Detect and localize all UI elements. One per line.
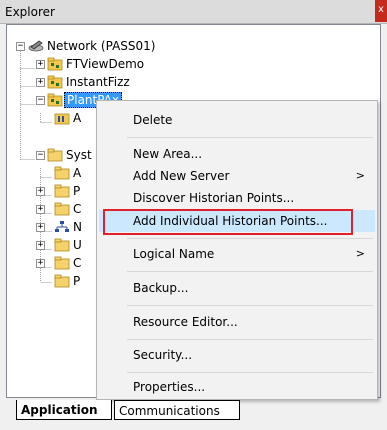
tab-bar: Application Communications bbox=[6, 398, 381, 424]
tree-item-instantfizz[interactable]: + InstantFizz bbox=[7, 73, 380, 91]
title-bar: Explorer x bbox=[0, 0, 387, 24]
menu-item-label: Add New Server bbox=[133, 169, 230, 183]
tree-item-area[interactable]: A bbox=[7, 109, 97, 127]
tree-item-system-child[interactable]: + U bbox=[7, 236, 97, 254]
menu-separator bbox=[127, 137, 373, 138]
app-folder-icon bbox=[47, 57, 63, 71]
collapse-icon[interactable]: − bbox=[36, 151, 45, 160]
network-icon bbox=[28, 39, 44, 53]
menu-item-label: Delete bbox=[133, 113, 173, 127]
context-menu: Delete New Area... Add New Server > Disc… bbox=[96, 100, 378, 400]
menu-item-delete[interactable]: Delete bbox=[99, 109, 375, 131]
chevron-right-icon: > bbox=[355, 247, 365, 260]
menu-separator bbox=[127, 372, 373, 373]
collapse-icon[interactable]: − bbox=[36, 96, 45, 105]
window-title: Explorer bbox=[5, 5, 55, 19]
menu-item-properties[interactable]: Properties... bbox=[99, 376, 375, 398]
tree-item-label: A bbox=[73, 166, 82, 180]
expand-icon[interactable]: + bbox=[36, 223, 45, 232]
tab-application[interactable]: Application bbox=[16, 400, 112, 420]
app-folder-icon bbox=[47, 93, 63, 107]
tab-communications[interactable]: Communications bbox=[114, 400, 240, 420]
tree-item-label: FTViewDemo bbox=[66, 57, 145, 71]
chevron-right-icon: > bbox=[355, 169, 365, 182]
menu-item-new-area[interactable]: New Area... bbox=[99, 143, 375, 165]
menu-separator bbox=[127, 238, 373, 239]
expand-icon[interactable]: + bbox=[36, 259, 45, 268]
menu-item-label: New Area... bbox=[133, 147, 203, 161]
folder-icon bbox=[54, 274, 70, 288]
app-folder-icon bbox=[47, 75, 63, 89]
expand-icon[interactable]: + bbox=[36, 205, 45, 214]
tree-item-label: P bbox=[73, 274, 81, 288]
menu-item-backup[interactable]: Backup... bbox=[99, 277, 375, 299]
tree-item-network[interactable]: − Network (PASS01) bbox=[7, 37, 380, 55]
menu-item-discover-historian-points[interactable]: Discover Historian Points... bbox=[99, 187, 375, 209]
menu-separator bbox=[127, 305, 373, 306]
menu-item-label: Logical Name bbox=[133, 247, 215, 261]
menu-separator bbox=[127, 339, 373, 340]
area-icon bbox=[54, 111, 70, 125]
menu-item-label: Discover Historian Points... bbox=[133, 191, 295, 205]
menu-item-resource-editor[interactable]: Resource Editor... bbox=[99, 311, 375, 333]
tab-label: Application bbox=[21, 403, 98, 417]
tree-item-system-child[interactable]: + C bbox=[7, 200, 97, 218]
tree-item-label: U bbox=[73, 238, 82, 252]
tree-item-system-child[interactable]: + C bbox=[7, 254, 97, 272]
menu-item-add-new-server[interactable]: Add New Server > bbox=[99, 165, 375, 187]
tree-item-label: InstantFizz bbox=[66, 75, 130, 89]
tree-item-label: Syst bbox=[66, 148, 92, 162]
menu-item-label: Properties... bbox=[133, 380, 206, 394]
tree-item-label: A bbox=[73, 111, 82, 125]
folder-icon bbox=[47, 148, 63, 162]
expand-icon[interactable]: + bbox=[36, 187, 45, 196]
tree-item-system-child[interactable]: P bbox=[7, 272, 97, 290]
expand-icon[interactable]: + bbox=[36, 78, 45, 87]
close-button[interactable]: x bbox=[375, 0, 387, 22]
network-node-icon bbox=[54, 220, 70, 234]
expand-icon[interactable]: + bbox=[36, 60, 45, 69]
collapse-icon[interactable]: − bbox=[16, 42, 25, 51]
tree-item-system-child[interactable]: + P bbox=[7, 182, 97, 200]
folder-icon bbox=[54, 202, 70, 216]
tree-item-system[interactable]: − Syst bbox=[7, 146, 97, 164]
close-icon: x bbox=[378, 4, 384, 15]
menu-item-security[interactable]: Security... bbox=[99, 344, 375, 366]
explorer-window: Explorer x − Network (PASS01) + FTViewDe… bbox=[0, 0, 387, 430]
menu-item-label: Add Individual Historian Points... bbox=[133, 214, 328, 228]
folder-icon bbox=[54, 238, 70, 252]
tree-item-label: C bbox=[73, 202, 82, 216]
menu-separator bbox=[127, 271, 373, 272]
menu-item-logical-name[interactable]: Logical Name > bbox=[99, 243, 375, 265]
tree-item-label: C bbox=[73, 256, 82, 270]
tree-item-label: N bbox=[73, 220, 82, 234]
menu-item-add-individual-historian-points[interactable]: Add Individual Historian Points... bbox=[99, 210, 375, 232]
expand-icon[interactable]: + bbox=[36, 241, 45, 250]
tree-item-system-child[interactable]: + N bbox=[7, 218, 97, 236]
menu-item-label: Security... bbox=[133, 348, 193, 362]
folder-icon bbox=[54, 184, 70, 198]
folder-icon bbox=[54, 166, 70, 180]
menu-item-label: Resource Editor... bbox=[133, 315, 238, 329]
tree-item-label: Network (PASS01) bbox=[47, 39, 156, 53]
menu-item-label: Backup... bbox=[133, 281, 189, 295]
tab-label: Communications bbox=[119, 404, 220, 418]
tree-item-ftviewdemo[interactable]: + FTViewDemo bbox=[7, 55, 380, 73]
tree-item-system-child[interactable]: A bbox=[7, 164, 97, 182]
folder-icon bbox=[54, 256, 70, 270]
tree-item-label: P bbox=[73, 184, 81, 198]
